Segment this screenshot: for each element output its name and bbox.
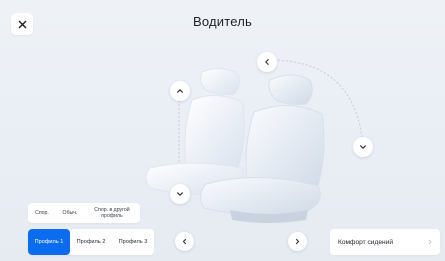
recline-back-button[interactable] (257, 52, 277, 72)
seat-settings-screen: Водитель Спор. Обыч. Спор. в другой проф… (0, 0, 445, 261)
seat-comfort-label: Комфорт сидений (338, 238, 394, 246)
page-title: Водитель (192, 14, 253, 29)
chevron-down-icon (177, 192, 183, 196)
profile-tab-2[interactable]: Профиль 2 (70, 229, 112, 255)
profile-selector: Профиль 1 Профиль 2 Профиль 3 (28, 229, 154, 255)
profile-tab-3[interactable]: Профиль 3 (112, 229, 154, 255)
chevron-up-icon (177, 89, 183, 93)
chevron-right-icon (295, 238, 300, 245)
backrest-down-button[interactable] (170, 184, 190, 204)
prev-button[interactable] (175, 232, 194, 251)
seat-image (145, 68, 325, 223)
seat-mode-tab[interactable]: Спор. в другой профиль (84, 207, 140, 220)
chevron-down-icon (360, 145, 366, 149)
seat-mode-tabs: Спор. Обыч. Спор. в другой профиль (28, 203, 140, 223)
seat-mode-tab[interactable]: Обыч. (56, 210, 84, 217)
chevron-left-icon (182, 238, 187, 245)
backrest-up-button[interactable] (170, 81, 190, 101)
profile-tab-1[interactable]: Профиль 1 (28, 229, 70, 255)
chevron-right-icon (428, 239, 432, 245)
seat-comfort-button[interactable]: Комфорт сидений (330, 229, 440, 255)
seat-mode-tab[interactable]: Спор. (28, 210, 56, 217)
recline-forward-button[interactable] (353, 137, 373, 157)
next-button[interactable] (288, 232, 307, 251)
chevron-left-icon (265, 59, 269, 65)
